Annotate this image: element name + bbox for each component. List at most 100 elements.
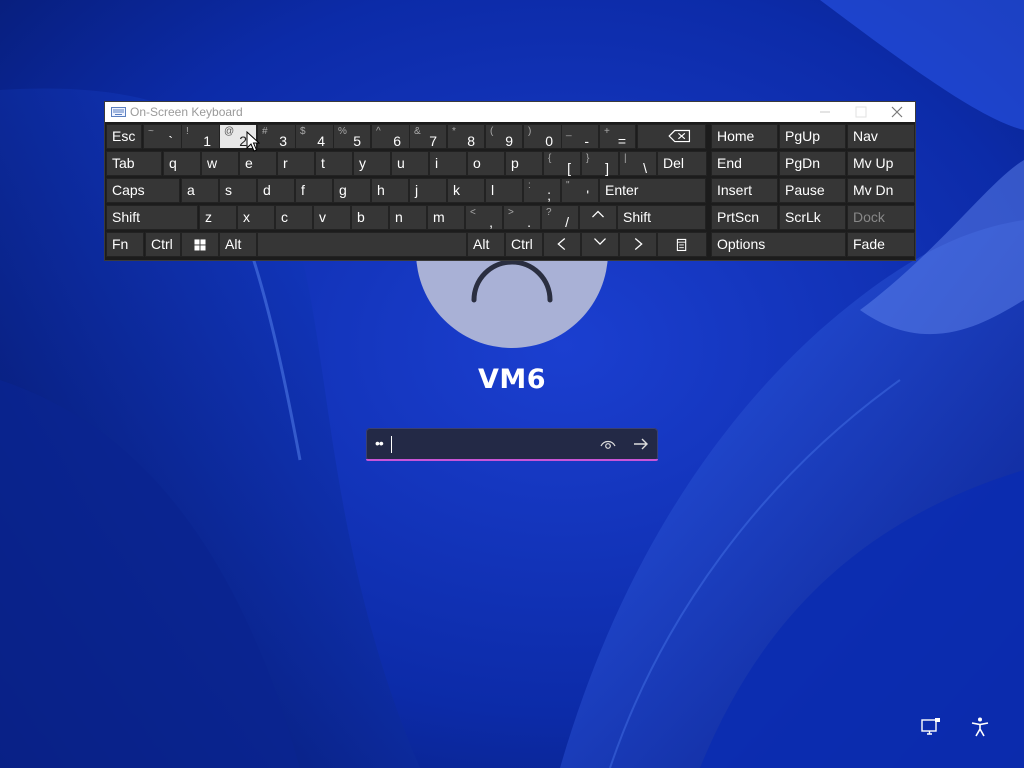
password-field[interactable]: •• (366, 428, 658, 461)
key-alt-left[interactable]: Alt (219, 232, 257, 257)
key-1[interactable]: ! 1 (181, 124, 221, 149)
key-9[interactable]: (9 (485, 124, 523, 149)
maximize-icon[interactable] (843, 102, 879, 122)
key-d[interactable]: d (257, 178, 295, 203)
key-tilde[interactable]: ~ ` (143, 124, 183, 149)
key-scrlk[interactable]: ScrLk (779, 205, 846, 230)
key-shift-left[interactable]: Shift (106, 205, 198, 230)
key-prtscn[interactable]: PrtScn (711, 205, 778, 230)
key-fade[interactable]: Fade (847, 232, 915, 257)
key-win[interactable] (181, 232, 219, 257)
key-m[interactable]: m (427, 205, 465, 230)
key-space[interactable] (257, 232, 467, 257)
key-ctrl-left[interactable]: Ctrl (145, 232, 181, 257)
key-label: Del (663, 155, 685, 171)
close-icon[interactable] (879, 102, 915, 122)
key-menu[interactable] (657, 232, 707, 257)
key-label: l (491, 182, 495, 198)
key-n[interactable]: n (389, 205, 427, 230)
key-ctrl-right[interactable]: Ctrl (505, 232, 543, 257)
key-slash[interactable]: ? / (541, 205, 579, 230)
key-down[interactable] (581, 232, 619, 257)
key-3[interactable]: #3 (257, 124, 297, 149)
key-del[interactable]: Del (657, 151, 707, 176)
key-quote[interactable]: " ' (561, 178, 599, 203)
key-q[interactable]: q (163, 151, 201, 176)
key-semicolon[interactable]: :; (523, 178, 561, 203)
key-j[interactable]: j (409, 178, 447, 203)
key-z[interactable]: z (199, 205, 237, 230)
key-a[interactable]: a (181, 178, 219, 203)
key-pause[interactable]: Pause (779, 178, 846, 203)
key-label: i (435, 155, 439, 171)
key-r[interactable]: r (277, 151, 315, 176)
key-minus[interactable]: _ - (561, 124, 599, 149)
key-k[interactable]: k (447, 178, 485, 203)
key-backspace[interactable] (637, 124, 706, 149)
key-i[interactable]: i (429, 151, 467, 176)
key-fn[interactable]: Fn (106, 232, 144, 257)
network-icon[interactable] (920, 716, 942, 738)
key-mvdn[interactable]: Mv Dn (847, 178, 915, 203)
key-equals[interactable]: + = (599, 124, 636, 149)
key-f[interactable]: f (295, 178, 333, 203)
key-enter[interactable]: Enter (599, 178, 706, 203)
accessibility-icon[interactable] (969, 716, 991, 738)
key-e[interactable]: e (239, 151, 277, 176)
key-insert[interactable]: Insert (711, 178, 778, 203)
key-end[interactable]: End (711, 151, 778, 176)
key-pgdn[interactable]: PgDn (779, 151, 846, 176)
key-home[interactable]: Home (711, 124, 778, 149)
key-pgup[interactable]: PgUp (779, 124, 846, 149)
key-g[interactable]: g (333, 178, 371, 203)
key-shift-right[interactable]: Shift (617, 205, 706, 230)
key-o[interactable]: o (467, 151, 505, 176)
on-screen-keyboard-window[interactable]: On-Screen Keyboard Esc ~ `! 1 @2 #3 $4% 5 ^ 6 & 7 * 8… (104, 101, 916, 261)
key-backslash[interactable]: | \ (619, 151, 657, 176)
key-0[interactable]: ) 0 (523, 124, 563, 149)
key-caps[interactable]: Caps (106, 178, 180, 203)
key-label: u (397, 155, 405, 171)
eye-icon[interactable] (600, 436, 616, 452)
key-p[interactable]: p (505, 151, 543, 176)
key-c[interactable]: c (275, 205, 313, 230)
key-7[interactable]: & 7 (409, 124, 447, 149)
password-mask: •• (375, 435, 384, 451)
key-char: = (617, 133, 626, 149)
key-tab[interactable]: Tab (106, 151, 162, 176)
key-8[interactable]: * 8 (447, 124, 485, 149)
key-label: Insert (717, 182, 753, 198)
key-dock[interactable]: Dock (847, 205, 915, 230)
key-t[interactable]: t (315, 151, 353, 176)
key-w[interactable]: w (201, 151, 239, 176)
key-comma[interactable]: <, (465, 205, 503, 230)
key-v[interactable]: v (313, 205, 351, 230)
key-x[interactable]: x (237, 205, 275, 230)
key-u[interactable]: u (391, 151, 429, 176)
key-6[interactable]: ^ 6 (371, 124, 411, 149)
arrow-right-icon[interactable] (632, 435, 650, 453)
key-lbracket[interactable]: {[ (543, 151, 581, 176)
key-b[interactable]: b (351, 205, 389, 230)
key-nav[interactable]: Nav (847, 124, 915, 149)
key-period[interactable]: >. (503, 205, 541, 230)
key-label: r (283, 155, 288, 171)
key-rbracket[interactable]: }] (581, 151, 619, 176)
key-5[interactable]: % 5 (333, 124, 371, 149)
key-left[interactable] (543, 232, 581, 257)
key-y[interactable]: y (353, 151, 391, 176)
key-options[interactable]: Options (711, 232, 846, 257)
key-alt-right[interactable]: Alt (467, 232, 505, 257)
key-h[interactable]: h (371, 178, 409, 203)
chevron-left-icon (557, 238, 566, 251)
key-label: Fade (853, 236, 885, 252)
key-esc[interactable]: Esc (106, 124, 142, 149)
key-right[interactable] (619, 232, 657, 257)
key-s[interactable]: s (219, 178, 257, 203)
key-mvup[interactable]: Mv Up (847, 151, 915, 176)
key-4[interactable]: $4 (295, 124, 335, 149)
title-bar[interactable]: On-Screen Keyboard (105, 102, 915, 122)
key-up[interactable] (579, 205, 617, 230)
minimize-icon[interactable] (807, 102, 843, 122)
key-l[interactable]: l (485, 178, 523, 203)
